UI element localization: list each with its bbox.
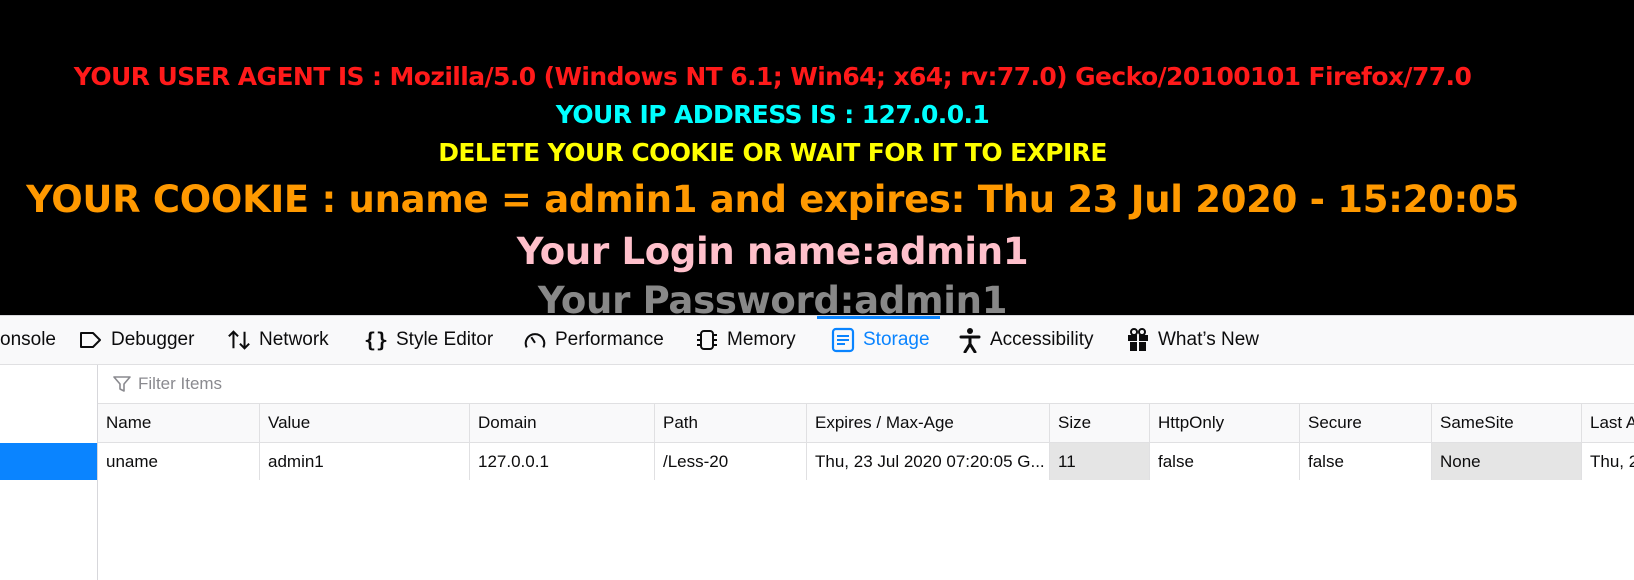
ip-address-line: YOUR IP ADDRESS IS : 127.0.0.1 <box>555 100 990 129</box>
tab-console[interactable]: onsole <box>0 316 56 364</box>
cell-name[interactable]: uname <box>98 443 259 480</box>
cell-size[interactable]: 11 <box>1049 443 1149 480</box>
column-header-last-accessed[interactable]: Last A <box>1581 404 1634 442</box>
storage-icon <box>831 327 855 353</box>
column-header-name[interactable]: Name <box>98 404 259 442</box>
cell-path[interactable]: /Less-20 <box>654 443 806 480</box>
cell-value[interactable]: admin1 <box>259 443 469 480</box>
column-header-expires[interactable]: Expires / Max-Age <box>806 404 1049 442</box>
tab-whats-new[interactable]: What’s New <box>1126 316 1259 364</box>
tab-debugger[interactable]: Debugger <box>79 316 194 364</box>
curly-braces-icon: {} <box>363 328 389 352</box>
cell-secure[interactable]: false <box>1299 443 1431 480</box>
devtools-toolbar: onsole Debugger Network {} Style Editor … <box>0 316 1634 365</box>
devtools-panel: onsole Debugger Network {} Style Editor … <box>0 315 1634 580</box>
tab-label: What’s New <box>1158 329 1260 350</box>
tab-label: Accessibility <box>990 329 1094 350</box>
sidebar-selected-item[interactable] <box>0 443 97 480</box>
column-header-secure[interactable]: Secure <box>1299 404 1431 442</box>
cell-samesite[interactable]: None <box>1431 443 1581 480</box>
tab-label: Memory <box>727 329 796 350</box>
column-header-httponly[interactable]: HttpOnly <box>1149 404 1299 442</box>
filter-bar <box>98 365 1634 404</box>
tab-label: Performance <box>555 329 664 350</box>
network-arrows-icon <box>227 328 251 352</box>
login-name-line: Your Login name:admin1 <box>516 230 1029 273</box>
column-header-size[interactable]: Size <box>1049 404 1149 442</box>
gauge-icon <box>523 328 547 352</box>
tab-performance[interactable]: Performance <box>523 316 664 364</box>
cookie-line: YOUR COOKIE : uname = admin1 and expires… <box>26 178 1519 221</box>
tab-storage[interactable]: Storage <box>817 316 940 364</box>
tab-style-editor[interactable]: {} Style Editor <box>364 316 493 364</box>
tab-network[interactable]: Network <box>227 316 329 364</box>
tab-label: onsole <box>0 329 56 350</box>
tab-label: Network <box>259 329 329 350</box>
tab-label: Storage <box>863 329 930 350</box>
cell-domain[interactable]: 127.0.0.1 <box>469 443 654 480</box>
cell-httponly[interactable]: false <box>1149 443 1299 480</box>
web-page: YOUR USER AGENT IS : Mozilla/5.0 (Window… <box>0 0 1634 315</box>
accessibility-person-icon <box>958 328 982 353</box>
memory-chip-icon <box>695 328 719 352</box>
cell-last-accessed[interactable]: Thu, 2 <box>1581 443 1634 480</box>
cell-expires[interactable]: Thu, 23 Jul 2020 07:20:05 G... <box>806 443 1049 480</box>
filter-funnel-icon <box>112 374 132 394</box>
delete-cookie-line: DELETE YOUR COOKIE OR WAIT FOR IT TO EXP… <box>438 138 1107 167</box>
column-header-value[interactable]: Value <box>259 404 469 442</box>
storage-sidebar <box>0 365 98 580</box>
tab-memory[interactable]: Memory <box>695 316 796 364</box>
column-header-samesite[interactable]: SameSite <box>1431 404 1581 442</box>
column-header-path[interactable]: Path <box>654 404 806 442</box>
cookies-table: Name Value Domain Path Expires / Max-Age… <box>98 404 1634 480</box>
tab-accessibility[interactable]: Accessibility <box>958 316 1093 364</box>
gift-icon <box>1126 328 1150 352</box>
table-header: Name Value Domain Path Expires / Max-Age… <box>98 404 1634 443</box>
filter-items-input[interactable] <box>136 373 540 395</box>
debugger-icon <box>79 328 103 352</box>
tab-label: Style Editor <box>396 329 494 350</box>
table-row[interactable]: uname admin1 127.0.0.1 /Less-20 Thu, 23 … <box>98 443 1634 480</box>
user-agent-line: YOUR USER AGENT IS : Mozilla/5.0 (Window… <box>73 62 1472 91</box>
password-line: Your Password:admin1 <box>537 279 1008 315</box>
column-header-domain[interactable]: Domain <box>469 404 654 442</box>
tab-label: Debugger <box>111 329 195 350</box>
